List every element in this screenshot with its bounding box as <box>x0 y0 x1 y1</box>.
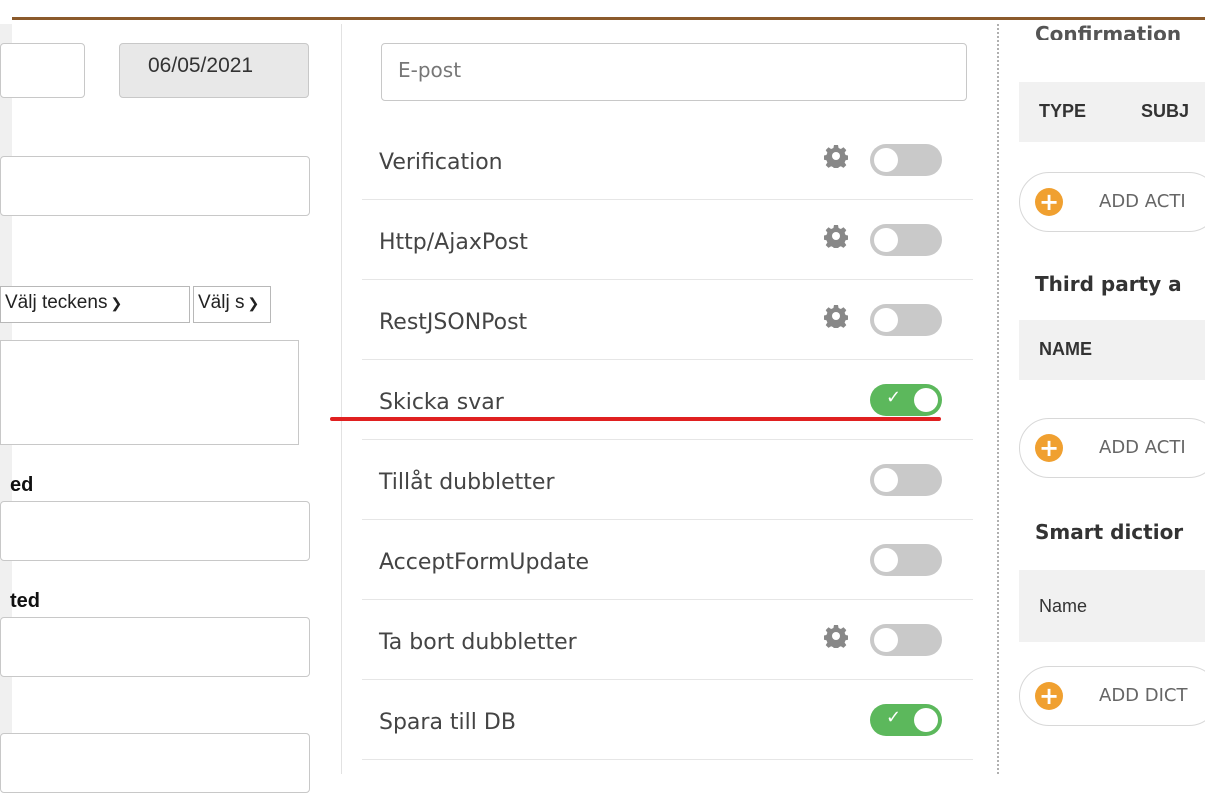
chevron-down-icon: ❯ <box>110 295 123 311</box>
email-field[interactable]: E-post <box>381 43 967 101</box>
chevron-down-icon: ❯ <box>247 295 260 311</box>
toggle-knob <box>874 148 898 172</box>
col-subject: SUBJ <box>1141 101 1190 121</box>
top-bar <box>0 0 1205 24</box>
toggle-switch[interactable] <box>870 304 942 336</box>
setting-row-httpajaxpost: Http/AjaxPost <box>362 200 973 280</box>
size-select-label: Välj s <box>198 292 245 313</box>
confirmation-table-header: TYPE SUBJ <box>1019 82 1205 142</box>
setting-label: Http/AjaxPost <box>379 230 528 255</box>
text-input-5[interactable] <box>0 733 310 793</box>
gear-icon[interactable] <box>824 224 848 248</box>
size-select[interactable]: Välj s ❯ <box>193 286 271 323</box>
setting-row-spara-till-db: Spara till DB ✓ <box>362 680 973 760</box>
toggle-knob <box>914 708 938 732</box>
setting-label: Ta bort dubbletter <box>379 630 577 655</box>
setting-label: Verification <box>379 150 503 175</box>
toggle-switch[interactable] <box>870 624 942 656</box>
plus-icon: + <box>1035 434 1063 462</box>
add-action-button[interactable]: + ADD ACTI <box>1019 172 1205 232</box>
col-type: TYPE <box>1039 101 1087 121</box>
setting-row-ta-bort-dubbletter: Ta bort dubbletter <box>362 600 973 680</box>
toggle-knob <box>874 468 898 492</box>
text-area[interactable] <box>0 340 299 445</box>
column-separator <box>341 24 342 774</box>
text-input-2[interactable] <box>0 156 310 216</box>
add-dictionary-button[interactable]: + ADD DICT <box>1019 666 1205 726</box>
gear-icon[interactable] <box>824 144 848 168</box>
setting-label: Spara till DB <box>379 710 516 735</box>
add-action-label: ADD ACTI <box>1099 437 1186 458</box>
gear-icon[interactable] <box>824 624 848 648</box>
toggle-knob <box>874 548 898 572</box>
field-label-ed: ed <box>10 474 34 496</box>
toggle-knob <box>874 628 898 652</box>
toggle-switch[interactable] <box>870 224 942 256</box>
section-heading-confirmation: Confirmation <box>1035 22 1182 40</box>
setting-row-tillat-dubbletter: Tillåt dubbletter <box>362 440 973 520</box>
section-heading-third-party: Third party a <box>1035 272 1182 296</box>
font-select-label: Välj teckens <box>5 292 108 313</box>
setting-label: Tillåt dubbletter <box>379 470 555 495</box>
font-select[interactable]: Välj teckens ❯ <box>0 286 190 323</box>
gear-icon[interactable] <box>824 304 848 328</box>
third-party-table-header: NAME <box>1019 320 1205 380</box>
top-accent-line <box>12 17 1205 20</box>
plus-icon: + <box>1035 682 1063 710</box>
field-label-ted: ted <box>10 590 40 612</box>
plus-icon: + <box>1035 188 1063 216</box>
setting-row-skicka-svar: Skicka svar ✓ <box>362 360 973 440</box>
toggle-switch[interactable] <box>870 464 942 496</box>
date-field[interactable]: 06/05/2021 <box>119 43 309 98</box>
toggle-switch[interactable] <box>870 544 942 576</box>
toggle-knob <box>914 388 938 412</box>
toggle-switch[interactable]: ✓ <box>870 384 942 416</box>
add-dictionary-label: ADD DICT <box>1099 685 1188 706</box>
add-action-label: ADD ACTI <box>1099 191 1186 212</box>
check-icon: ✓ <box>886 387 902 408</box>
toggle-knob <box>874 308 898 332</box>
toggle-switch[interactable]: ✓ <box>870 704 942 736</box>
toggle-switch[interactable] <box>870 144 942 176</box>
setting-label: RestJSONPost <box>379 310 528 335</box>
section-heading-smart-dictionary: Smart dictior <box>1035 520 1184 544</box>
dotted-divider <box>997 24 999 774</box>
col-name: Name <box>1039 596 1088 616</box>
check-icon: ✓ <box>886 707 902 728</box>
dictionary-table-header: Name <box>1019 570 1205 642</box>
toggle-knob <box>874 228 898 252</box>
text-input-1[interactable] <box>0 43 85 98</box>
col-name: NAME <box>1039 339 1092 359</box>
add-action-button[interactable]: + ADD ACTI <box>1019 418 1205 478</box>
setting-row-acceptformupdate: AcceptFormUpdate <box>362 520 973 600</box>
setting-row-verification: Verification <box>362 120 973 200</box>
setting-label: Skicka svar <box>379 390 504 415</box>
setting-row-restjsonpost: RestJSONPost <box>362 280 973 360</box>
text-input-4[interactable] <box>0 617 310 677</box>
setting-label: AcceptFormUpdate <box>379 550 590 575</box>
text-input-3[interactable] <box>0 501 310 561</box>
red-underline-annotation <box>330 417 941 421</box>
